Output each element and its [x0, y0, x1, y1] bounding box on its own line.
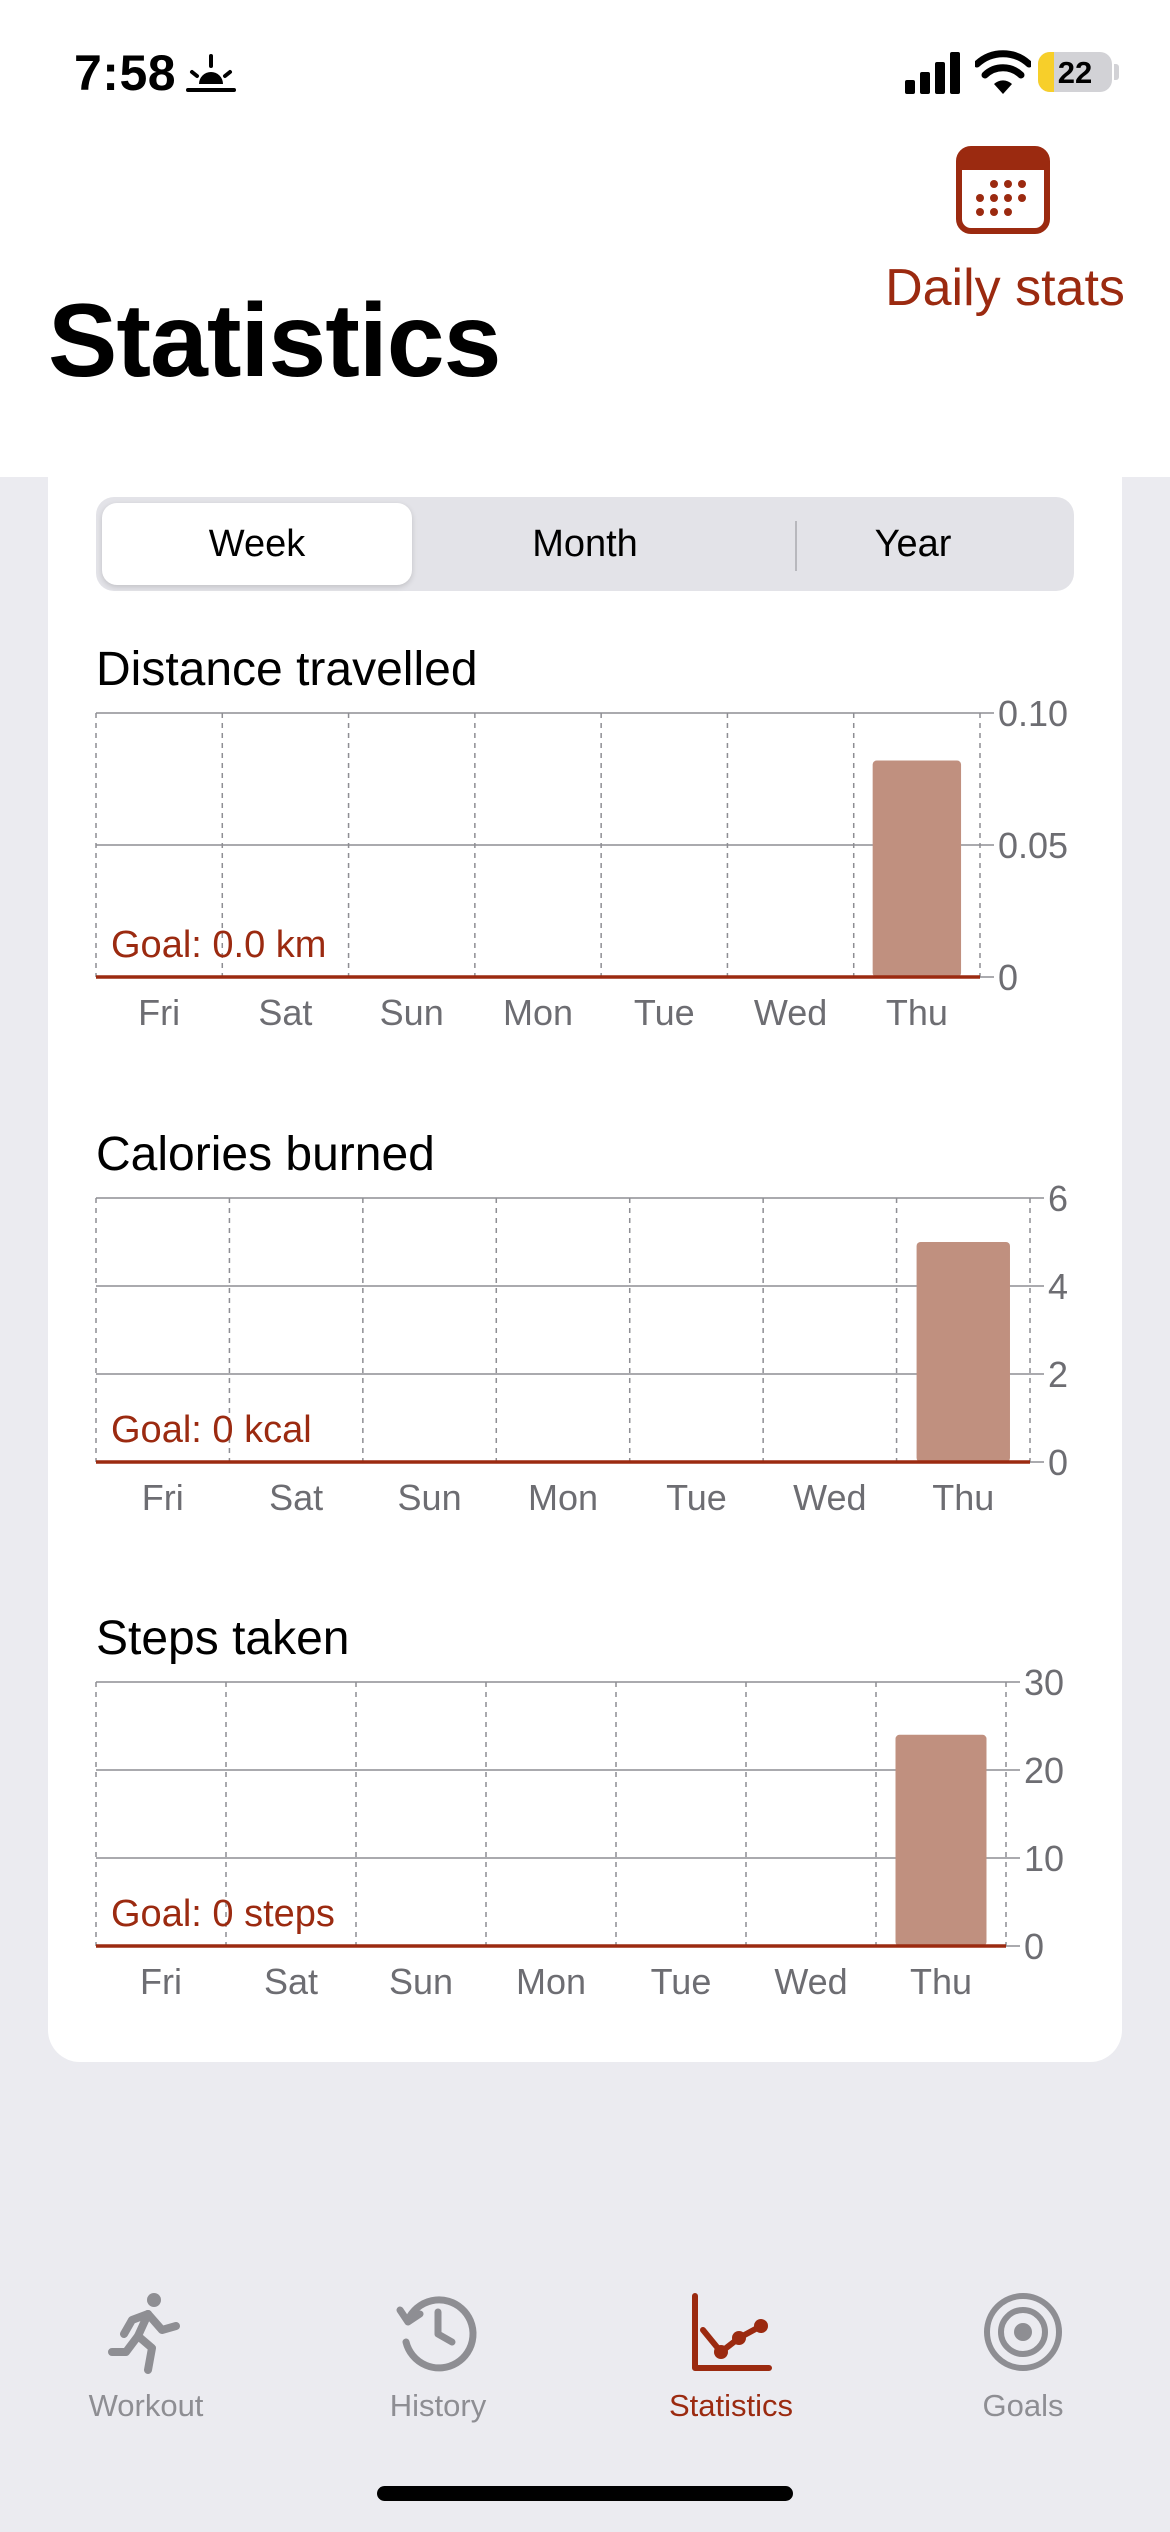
- daily-stats-button[interactable]: Daily stats: [880, 140, 1130, 320]
- bar-thu: [895, 1734, 987, 1946]
- status-time: 7:58: [74, 45, 177, 101]
- y-tick-label: 30: [1024, 1662, 1064, 1703]
- x-tick-label: Wed: [793, 1477, 866, 1518]
- distance-chart-title: Distance travelled: [96, 643, 478, 696]
- battery-level: 22: [1057, 55, 1093, 90]
- y-tick-label: 0: [998, 957, 1018, 998]
- x-tick-label: Sun: [380, 992, 444, 1033]
- x-tick-label: Sat: [264, 1961, 318, 2002]
- x-tick-label: Sat: [258, 992, 312, 1033]
- segment-month[interactable]: Month: [430, 503, 740, 585]
- y-tick-label: 0: [1024, 1926, 1044, 1967]
- sunrise-icon: [186, 54, 236, 92]
- y-tick-label: 4: [1048, 1266, 1068, 1307]
- statistics-screen: 7:58 22 Daily stats Statistics Week Mont…: [0, 0, 1170, 2532]
- wifi-icon: [975, 50, 1031, 94]
- battery-indicator: 22: [1038, 52, 1112, 92]
- tab-history-label: History: [389, 2388, 487, 2423]
- segment-week[interactable]: Week: [102, 503, 412, 585]
- tab-statistics-label: Statistics: [668, 2388, 794, 2423]
- x-tick-label: Sat: [269, 1477, 323, 1518]
- header: 7:58 22 Daily stats Statistics: [0, 0, 1170, 477]
- y-tick-label: 0.05: [998, 825, 1068, 866]
- x-tick-label: Fri: [142, 1477, 184, 1518]
- bar-thu: [872, 760, 962, 977]
- y-tick-label: 10: [1024, 1838, 1064, 1879]
- line-chart-icon: [692, 2293, 772, 2371]
- period-segmented-control: Week Month Year: [96, 497, 1074, 591]
- distance-chart: 0.10 0.05 0 Goal: 0.0 km Fri Sat Sun Mon Tue Wed T…: [95, 693, 1068, 1033]
- x-tick-label: Wed: [774, 1961, 847, 2002]
- steps-chart-title: Steps taken: [96, 1612, 350, 1665]
- steps-chart: 30 20 10 0 Goal: 0 steps Fri Sat Sun Mon Tue Wed Th…: [95, 1662, 1064, 2002]
- x-tick-label: Mon: [528, 1477, 598, 1518]
- tab-statistics[interactable]: Statistics: [621, 2290, 841, 2450]
- tab-workout[interactable]: Workout: [36, 2290, 256, 2450]
- x-tick-label: Thu: [910, 1961, 972, 2002]
- y-tick-label: 2: [1048, 1354, 1068, 1395]
- tab-goals[interactable]: Goals: [913, 2290, 1133, 2450]
- tab-workout-label: Workout: [88, 2388, 204, 2423]
- tab-history[interactable]: History: [328, 2290, 548, 2450]
- calendar-icon: [956, 146, 1050, 234]
- y-tick-label: 0.10: [998, 693, 1068, 734]
- x-tick-label: Fri: [138, 992, 180, 1033]
- x-tick-label: Tue: [634, 992, 695, 1033]
- page-title: Statistics: [48, 283, 501, 399]
- home-indicator: [377, 2486, 793, 2501]
- y-tick-label: 6: [1048, 1178, 1068, 1219]
- cellular-signal-icon: [905, 52, 960, 94]
- x-tick-label: Fri: [140, 1961, 182, 2002]
- bar-thu: [916, 1242, 1010, 1462]
- x-tick-label: Wed: [754, 992, 827, 1033]
- calories-chart-title: Calories burned: [96, 1128, 435, 1181]
- x-tick-label: Mon: [516, 1961, 586, 2002]
- x-tick-label: Tue: [651, 1961, 712, 2002]
- clock-history-icon: [396, 2296, 477, 2372]
- y-tick-label: 20: [1024, 1750, 1064, 1791]
- tab-goals-label: Goals: [982, 2388, 1064, 2423]
- x-tick-label: Thu: [886, 992, 948, 1033]
- x-tick-label: Mon: [503, 992, 573, 1033]
- goal-label: Goal: 0 steps: [111, 1893, 335, 1935]
- segment-year[interactable]: Year: [758, 503, 1068, 585]
- x-tick-label: Thu: [932, 1477, 994, 1518]
- x-tick-label: Sun: [398, 1477, 462, 1518]
- daily-stats-label: Daily stats: [885, 259, 1125, 317]
- running-figure-icon: [108, 2293, 180, 2374]
- calories-chart: 6 4 2 0 Goal: 0 kcal Fri Sat Sun Mon Tue Wed Thu: [95, 1178, 1068, 1518]
- x-tick-label: Sun: [389, 1961, 453, 2002]
- goal-label: Goal: 0 kcal: [111, 1409, 312, 1451]
- target-icon: [984, 2293, 1062, 2371]
- x-tick-label: Tue: [666, 1477, 727, 1518]
- statistics-card: Week Month Year Distance travelled 0.10 0…: [48, 453, 1122, 2062]
- goal-label: Goal: 0.0 km: [111, 924, 326, 966]
- y-tick-label: 0: [1048, 1442, 1068, 1483]
